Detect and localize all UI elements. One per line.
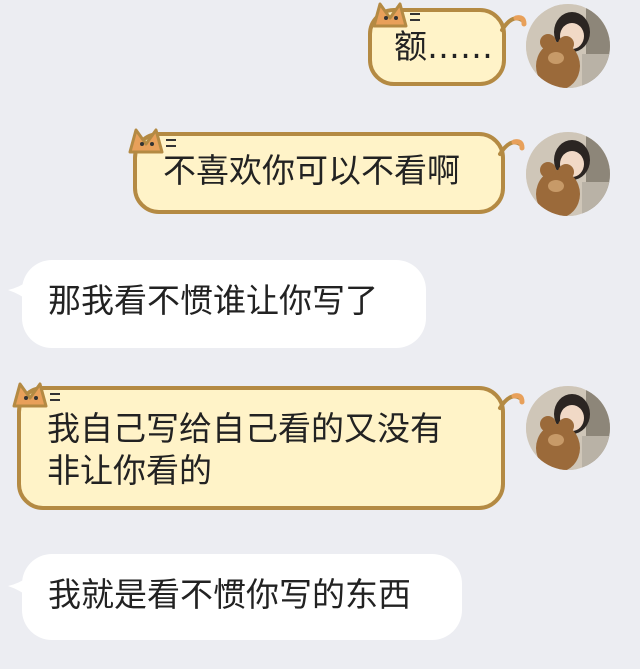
message-bubble-incoming[interactable]: 那我看不惯谁让你写了 [22, 260, 426, 348]
cat-ears-icon [128, 128, 176, 154]
message-row-2: 不喜欢你可以不看啊 [0, 120, 640, 230]
message-row-1: 额…… [0, 0, 640, 100]
cat-tail-icon [498, 139, 525, 156]
avatar-girl-with-teddy-bear-icon [526, 132, 610, 216]
message-row-3: 那我看不惯谁让你写了 [0, 258, 640, 348]
message-bubble-outgoing[interactable]: 我自己写给自己看的又没有 非让你看的 [17, 386, 505, 510]
cat-ears-icon [372, 2, 420, 28]
message-text: 那我看不惯谁让你写了 [48, 281, 378, 320]
avatar[interactable] [526, 4, 610, 88]
message-bubble-incoming[interactable]: 我就是看不惯你写的东西 [22, 554, 462, 640]
avatar[interactable] [526, 132, 610, 216]
message-text: 我就是看不惯你写的东西 [48, 575, 411, 614]
avatar[interactable] [526, 386, 610, 470]
cat-tail-icon [500, 15, 527, 32]
message-text: 不喜欢你可以不看啊 [163, 151, 460, 190]
message-row-4: 我自己写给自己看的又没有 非让你看的 [0, 372, 640, 522]
avatar-girl-with-teddy-bear-icon [526, 386, 610, 470]
message-row-5: 我就是看不惯你写的东西 [0, 552, 640, 642]
message-text: 我自己写给自己看的又没有 非让你看的 [47, 409, 443, 490]
cat-tail-icon [498, 393, 525, 410]
cat-ears-icon [12, 382, 60, 408]
avatar-girl-with-teddy-bear-icon [526, 4, 610, 88]
